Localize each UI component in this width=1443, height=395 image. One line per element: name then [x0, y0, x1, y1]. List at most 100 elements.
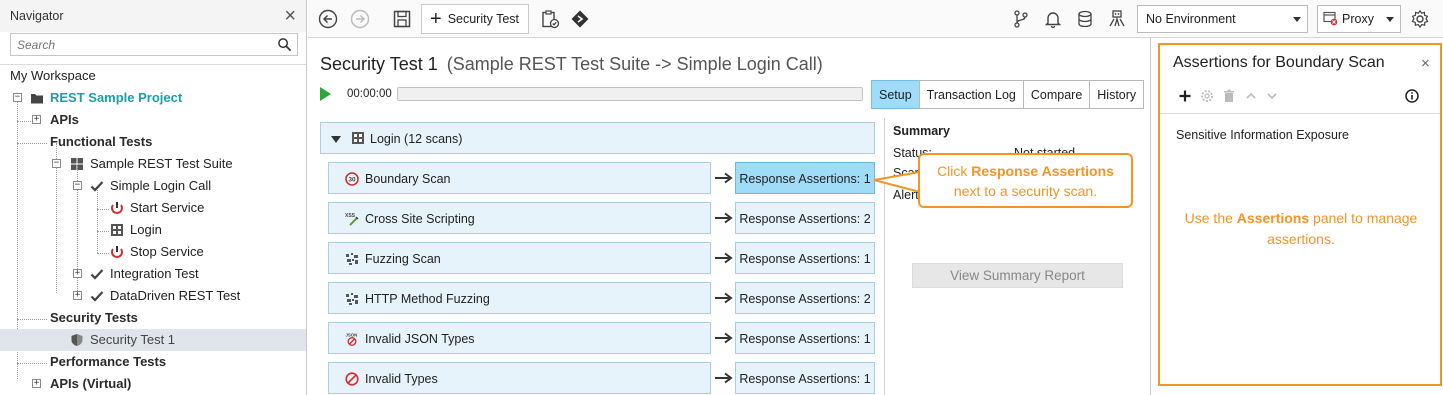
response-assertions-button[interactable]: Response Assertions: 1 [735, 242, 875, 274]
chevron-up-icon[interactable] [1244, 89, 1258, 103]
tree-item-step[interactable]: Start Service [0, 197, 306, 219]
tree-item-step[interactable]: Login [0, 219, 306, 241]
tree-item-performance-tests[interactable]: Performance Tests [0, 351, 306, 373]
run-button[interactable] [320, 87, 331, 101]
back-arrow-icon[interactable] [318, 9, 338, 29]
tree-item-security-test-1[interactable]: Security Test 1 [0, 329, 306, 351]
run-timer: 00:00:00 [347, 88, 392, 100]
tree-item-label: Performance Tests [50, 354, 167, 369]
tree-item-label: REST Sample Project [50, 90, 183, 105]
environment-select[interactable]: No Environment [1137, 5, 1308, 33]
tab-compare[interactable]: Compare [1022, 80, 1091, 109]
collapse-icon[interactable]: − [13, 93, 22, 102]
search-input[interactable] [11, 34, 297, 55]
response-assertions-button[interactable]: Response Assertions: 1 [735, 362, 875, 394]
bell-icon[interactable] [1043, 9, 1063, 29]
save-icon[interactable] [392, 9, 412, 29]
tab-setup[interactable]: Setup [871, 80, 920, 109]
response-assertions-button[interactable]: Response Assertions: 1 [735, 322, 875, 354]
tree-item-label: Sample REST Test Suite [90, 156, 233, 171]
new-security-test-button[interactable]: + Security Test [421, 4, 529, 34]
tree-item-test-case[interactable]: − Simple Login Call [0, 175, 306, 197]
scan-label: Cross Site Scripting [365, 212, 475, 226]
note-prefix: Use the [1184, 210, 1237, 226]
expand-icon[interactable]: + [32, 379, 41, 388]
git-branch-icon[interactable] [1011, 9, 1031, 29]
close-icon[interactable]: × [284, 6, 296, 26]
arrow-right-icon [715, 172, 733, 184]
boundary-scan-icon: 30 [345, 172, 359, 186]
tree-item-project[interactable]: − REST Sample Project [0, 87, 306, 109]
info-icon[interactable] [1405, 89, 1419, 103]
scan-label: HTTP Method Fuzzing [365, 292, 490, 306]
diamond-icon[interactable] [570, 9, 590, 29]
expand-icon[interactable]: + [73, 269, 82, 278]
expand-icon[interactable]: + [32, 115, 41, 124]
add-icon[interactable] [1178, 89, 1192, 103]
tree-item-label: Integration Test [110, 266, 199, 281]
arrow-right-icon [715, 252, 733, 264]
gear-icon[interactable] [1200, 89, 1214, 103]
tree-item-test-case[interactable]: + DataDriven REST Test [0, 285, 306, 307]
clipboard-check-icon[interactable] [540, 9, 560, 29]
page-title: Security Test 1 (Sample REST Test Suite … [320, 54, 823, 75]
workspace-label: My Workspace [10, 68, 96, 83]
collapse-icon[interactable]: − [52, 159, 61, 168]
shield-icon [71, 334, 83, 346]
virtual-service-icon[interactable] [1107, 9, 1127, 29]
database-icon[interactable] [1075, 9, 1095, 29]
chevron-down-icon [1386, 17, 1394, 22]
chevron-down-icon[interactable] [1265, 89, 1279, 103]
assertion-list-item[interactable]: Sensitive Information Exposure [1176, 128, 1349, 142]
tree-item-apis[interactable]: + APIs [0, 109, 306, 131]
collapse-icon[interactable]: − [73, 181, 82, 190]
scan-label: Invalid Types [365, 372, 438, 386]
tree-item-step[interactable]: Stop Service [0, 241, 306, 263]
tab-history[interactable]: History [1089, 80, 1145, 109]
search-icon[interactable] [277, 37, 292, 52]
tree-item-apis-virtual[interactable]: + APIs (Virtual) [0, 373, 306, 395]
tip-callout: Click Response Assertions next to a secu… [918, 153, 1133, 208]
tree-item-security-tests[interactable]: Security Tests [0, 307, 306, 329]
response-assertions-button[interactable]: Response Assertions: 2 [735, 282, 875, 314]
collapse-triangle-icon[interactable] [331, 136, 341, 143]
scan-xss[interactable]: XSS Cross Site Scripting [328, 202, 711, 234]
divider [0, 64, 306, 65]
scan-row: Fuzzing Scan Response Assertions: 1 [328, 242, 875, 274]
response-assertions-button[interactable]: Response Assertions: 2 [735, 202, 875, 234]
expand-icon[interactable]: + [73, 291, 82, 300]
gear-icon[interactable] [1410, 9, 1430, 29]
forward-arrow-icon[interactable] [350, 9, 370, 29]
callout-pointer [873, 170, 922, 194]
service-stop-icon [111, 246, 123, 258]
scan-invalid-types[interactable]: Invalid Types [328, 362, 711, 394]
scan-invalid-json-types[interactable]: JSON Invalid JSON Types [328, 322, 711, 354]
divider [1160, 113, 1440, 114]
scan-http-method-fuzzing[interactable]: HTTP Method Fuzzing [328, 282, 711, 314]
fuzzing-icon [346, 293, 358, 305]
arrow-right-icon [715, 372, 733, 384]
checkmark-icon [90, 269, 104, 280]
trash-icon[interactable] [1222, 89, 1236, 103]
json-icon: JSON [346, 333, 357, 346]
assertions-help-note: Use the Assertions panel to manage asser… [1181, 208, 1421, 250]
assertions-panel: Assertions for Boundary Scan × Sensitive… [1150, 38, 1443, 395]
tree-item-test-suite[interactable]: − Sample REST Test Suite [0, 153, 306, 175]
close-icon[interactable]: × [1421, 55, 1430, 72]
tree-item-test-case[interactable]: + Integration Test [0, 263, 306, 285]
scan-fuzzing[interactable]: Fuzzing Scan [328, 242, 711, 274]
service-start-icon [111, 202, 123, 214]
svg-text:XSS: XSS [345, 213, 356, 219]
scan-row: JSON Invalid JSON Types Response Asserti… [328, 322, 875, 354]
test-suite-icon [71, 158, 83, 170]
proxy-button[interactable]: Proxy [1317, 5, 1401, 33]
checkmark-icon [90, 181, 104, 192]
view-summary-report-button[interactable]: View Summary Report [912, 263, 1123, 288]
scan-boundary[interactable]: 30 Boundary Scan [328, 162, 711, 194]
tab-transaction-log[interactable]: Transaction Log [918, 80, 1024, 109]
tree-item-functional-tests[interactable]: Functional Tests [0, 131, 306, 153]
response-assertions-button[interactable]: Response Assertions: 1 [735, 162, 875, 194]
scan-label: Invalid JSON Types [365, 332, 475, 346]
scan-group-header[interactable]: Login (12 scans) [320, 122, 875, 154]
main-toolbar: + Security Test No Environment Proxy [308, 0, 1443, 38]
